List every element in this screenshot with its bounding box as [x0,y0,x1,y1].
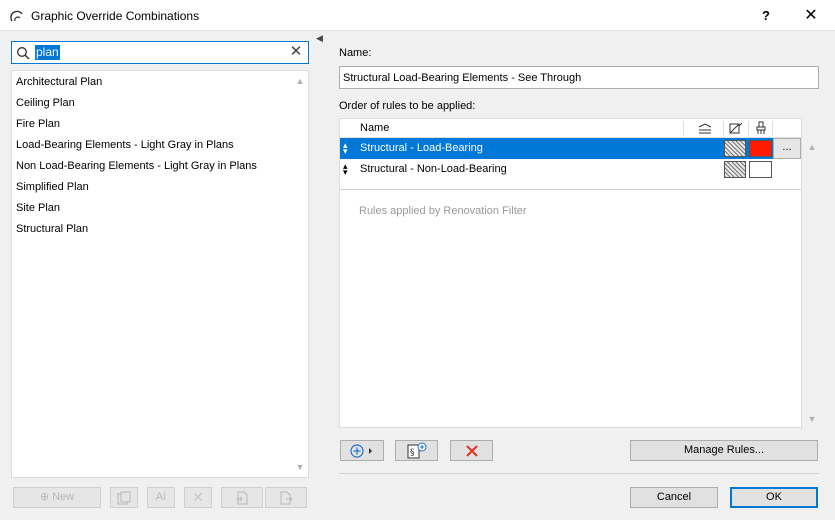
list-item[interactable]: Simplified Plan [16,177,89,197]
renovation-filter-text: Rules applied by Renovation Filter [359,205,527,217]
add-rule-button[interactable] [340,440,384,461]
scroll-up-icon[interactable]: ▲ [295,76,305,86]
import-button[interactable] [221,487,263,508]
list-item[interactable]: Architectural Plan [16,72,102,92]
new-button[interactable]: ⊕ New [13,487,101,508]
list-item[interactable]: Non Load-Bearing Elements - Light Gray i… [16,156,257,176]
column-separator [772,121,773,136]
rules-table: Name ▴ ▾ Structural - Load-Bearing ... ▴ ▾… [339,118,802,428]
duplicate-icon [117,491,131,505]
cancel-button[interactable]: Cancel [630,487,718,508]
title-bar: Graphic Override Combinations ? ✕ [0,0,835,31]
order-label: Order of rules to be applied: [339,100,476,112]
search-icon [17,47,30,60]
list-item[interactable]: Load-Bearing Elements - Light Gray in Pl… [16,135,234,155]
search-input[interactable]: plan [35,45,60,60]
paint-brush-icon [756,121,766,134]
import-icon [236,491,248,505]
rule-options-button[interactable]: ... [773,138,801,159]
clear-search-icon[interactable]: ✕ [289,44,303,59]
manage-rules-button[interactable]: Manage Rules... [630,440,818,461]
close-button[interactable]: ✕ [796,4,826,28]
name-label: Name: [339,47,372,59]
rule-row-load-bearing[interactable]: ▴ ▾ Structural - Load-Bearing ... [340,138,801,159]
collapse-panel-icon[interactable]: ◀ [316,33,324,43]
column-separator [748,121,749,136]
delete-combination-button[interactable]: ✕ [184,487,212,508]
fill-override-icon [729,122,743,134]
remove-rule-button[interactable] [450,440,493,461]
scroll-down-icon[interactable]: ▼ [807,414,817,424]
color-swatch[interactable] [749,161,772,178]
window-title: Graphic Override Combinations [31,9,200,23]
column-header-name[interactable]: Name [360,122,389,134]
hatch-swatch[interactable] [724,140,746,157]
export-button[interactable] [265,487,307,508]
rule-row-non-load-bearing[interactable]: ▴ ▾ Structural - Non-Load-Bearing [340,159,801,180]
help-button[interactable]: ? [752,4,780,28]
ok-button[interactable]: OK [730,487,818,508]
renovation-filter-icon [698,123,712,134]
search-box[interactable]: plan ✕ [11,41,309,64]
combinations-list[interactable]: Architectural Plan Ceiling Plan Fire Pla… [11,70,309,478]
renovation-divider [340,189,801,190]
move-handle-icon[interactable]: ▴ ▾ [343,141,351,156]
add-rule-from-list-button[interactable]: § [395,440,438,461]
rename-button[interactable]: Aⅰ [147,487,175,508]
footer-divider [339,473,819,474]
rename-icon: Aⅰ [155,491,167,503]
hatch-swatch[interactable] [724,161,746,178]
new-button-label: New [52,491,75,503]
rule-name: Structural - Load-Bearing [360,142,483,154]
column-separator [683,121,684,136]
delete-icon [465,445,478,457]
scroll-up-icon[interactable]: ▲ [807,142,817,152]
name-field[interactable]: Structural Load-Bearing Elements - See T… [339,66,819,89]
list-item[interactable]: Fire Plan [16,114,60,134]
app-icon [10,10,23,22]
list-item[interactable]: Site Plan [16,198,60,218]
plus-circle-icon: ⊕ [39,491,50,503]
rule-name: Structural - Non-Load-Bearing [360,163,507,175]
column-separator [723,121,724,136]
svg-text:§: § [410,448,415,458]
delete-icon: ✕ [192,489,204,505]
color-swatch[interactable] [749,140,772,157]
rules-table-header: Name [340,119,801,138]
move-handle-icon[interactable]: ▴ ▾ [343,162,351,177]
rule-list-icon: § [407,442,426,459]
list-item[interactable]: Structural Plan [16,219,88,239]
duplicate-button[interactable] [110,487,138,508]
list-item[interactable]: Ceiling Plan [16,93,75,113]
export-icon [280,491,293,505]
scroll-down-icon[interactable]: ▼ [295,462,305,472]
list-scrollbar[interactable]: ▲ ▼ [292,71,308,477]
add-rule-icon [350,444,372,458]
rules-scrollbar[interactable]: ▲ ▼ [804,138,820,428]
